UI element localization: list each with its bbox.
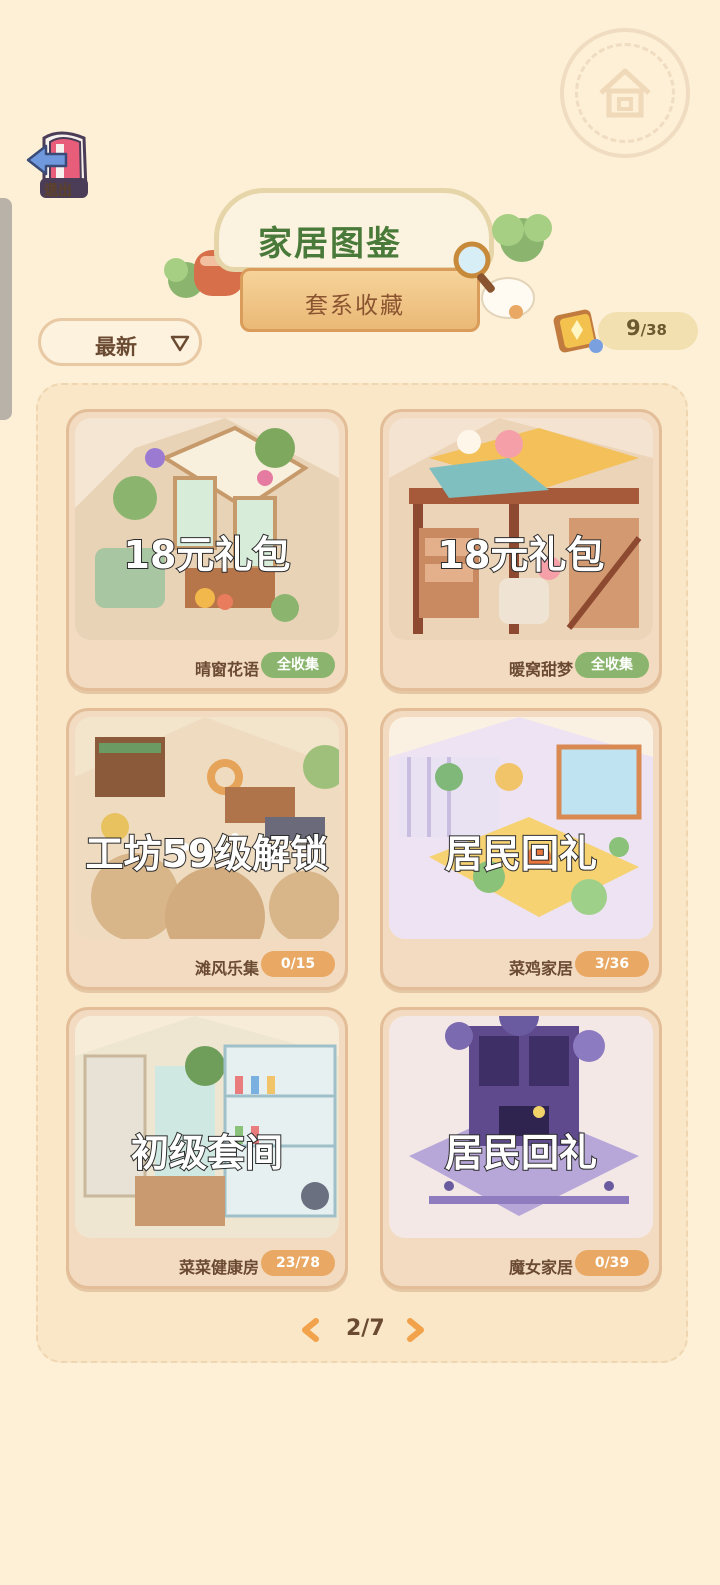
set-card[interactable]: 居民回礼 魔女家居 0/39 (380, 1007, 662, 1289)
card-progress-badge: 0/15 (261, 951, 335, 977)
card-overlay-label: 工坊59级解锁 (85, 831, 330, 877)
sort-label: 最新 (95, 335, 137, 359)
prev-page-arrow-icon[interactable] (300, 1318, 320, 1342)
dropdown-triangle-icon (170, 335, 190, 352)
sort-dropdown[interactable]: 最新 (38, 318, 202, 366)
card-name: 晴窗花语 (194, 660, 259, 679)
set-card[interactable]: 初级套间 菜菜健康房 23/78 (66, 1007, 348, 1289)
page-subtitle: 套系收藏 (305, 293, 405, 319)
counter-total: /38 (640, 321, 667, 339)
counter-current: 9 (626, 316, 641, 340)
pagination: 2/7 (300, 1312, 430, 1348)
page-indicator: 2/7 (346, 1316, 385, 1341)
card-overlay-label: 初级套间 (130, 1130, 284, 1176)
card-progress-badge: 23/78 (261, 1250, 335, 1276)
card-progress-badge: 全收集 (261, 652, 335, 678)
set-card[interactable]: 居民回礼 菜鸡家居 3/36 (380, 708, 662, 990)
counter-text: 9/38 (626, 316, 667, 340)
card-name: 暖窝甜梦 (508, 660, 573, 679)
card-name: 魔女家居 (508, 1258, 573, 1277)
card-overlay-label: 居民回礼 (444, 831, 598, 877)
side-drawer-handle[interactable] (0, 198, 12, 420)
set-card[interactable]: 工坊59级解锁 滩风乐集 0/15 (66, 708, 348, 990)
card-name: 滩风乐集 (194, 959, 259, 978)
card-progress-badge: 0/39 (575, 1250, 649, 1276)
set-card[interactable]: 18元礼包 暖窝甜梦 全收集 (380, 409, 662, 691)
page-title: 家居图鉴 (258, 224, 402, 264)
crystal-book-icon (553, 309, 603, 353)
card-overlay-label: 18元礼包 (123, 532, 292, 578)
next-page-arrow-icon[interactable] (406, 1318, 426, 1342)
card-progress-badge: 3/36 (575, 951, 649, 977)
card-name: 菜鸡家居 (508, 959, 573, 978)
card-overlay-label: 居民回礼 (444, 1130, 598, 1176)
set-card[interactable]: 18元礼包 晴窗花语 全收集 (66, 409, 348, 691)
card-name: 菜菜健康房 (178, 1258, 259, 1277)
home-stamp-icon (560, 28, 690, 158)
magnifier-clover-icon (453, 214, 552, 319)
exit-label: 退出 (44, 183, 73, 200)
title-banner: 家居图鉴 套系收藏 (160, 180, 560, 360)
card-progress-badge: 全收集 (575, 652, 649, 678)
card-overlay-label: 18元礼包 (437, 532, 606, 578)
